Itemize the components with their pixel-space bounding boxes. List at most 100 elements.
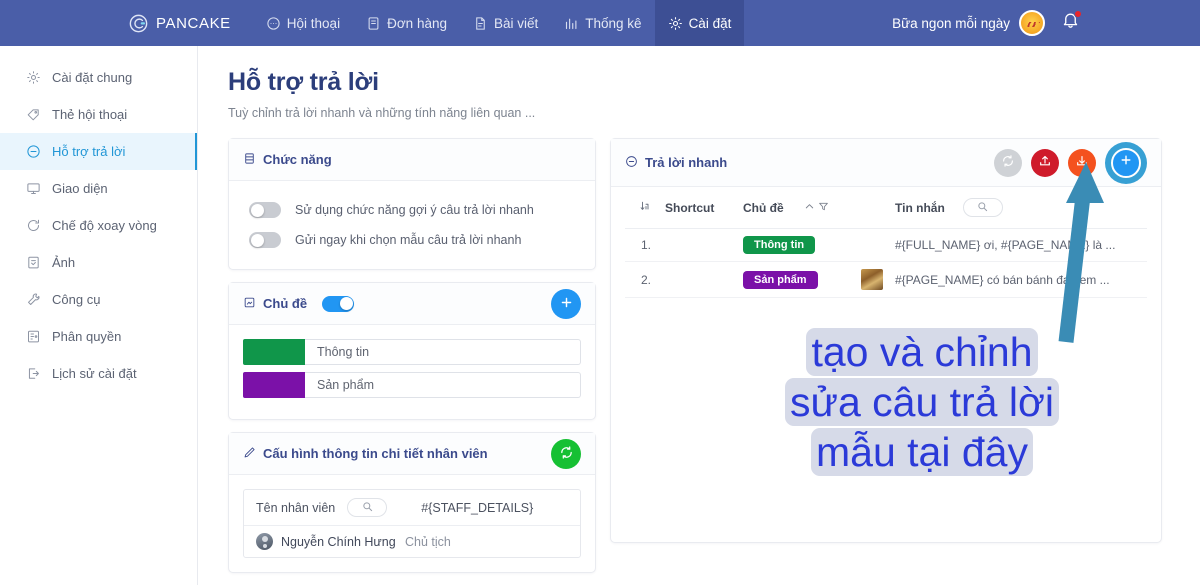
sidebar-item-tools[interactable]: Công cụ — [0, 281, 197, 318]
nav-label: Bài viết — [493, 15, 539, 31]
row-topic: Thông tin — [737, 228, 855, 262]
sidebar-item-interface[interactable]: Giao diện — [0, 170, 197, 207]
active-page-selector[interactable]: Bữa ngon mỗi ngày — [892, 10, 1045, 36]
row-index: 2. — [625, 261, 659, 298]
quick-reply-actions — [994, 141, 1147, 184]
wrench-icon — [26, 292, 41, 307]
tag-icon — [26, 107, 41, 122]
nav-label: Cài đặt — [688, 15, 732, 31]
brand-name: PANCAKE — [156, 14, 231, 32]
filter-icon[interactable] — [818, 201, 829, 215]
main-content: Hỗ trợ trả lời Tuỳ chỉnh trả lời nhanh v… — [198, 46, 1200, 585]
sidebar-item-settings-history[interactable]: Lịch sử cài đặt — [0, 355, 197, 392]
topic-name-input[interactable]: Sản phẩm — [305, 372, 581, 398]
row-thumbnail — [855, 261, 889, 298]
notification-badge-dot — [1074, 10, 1082, 18]
nav-item-conversations[interactable]: Hội thoại — [253, 0, 353, 46]
sidebar-item-label: Công cụ — [52, 292, 101, 307]
message-search-button[interactable] — [962, 198, 1003, 217]
image-icon — [26, 255, 41, 270]
table-row[interactable]: 2. Sản phẩm #{PAGE_NAME} có bán bánh đa … — [625, 261, 1147, 298]
refresh-staff-button[interactable] — [551, 438, 581, 469]
sidebar-item-label: Thẻ hội thoại — [52, 107, 128, 122]
sidebar-item-permissions[interactable]: Phân quyền — [0, 318, 197, 355]
search-icon — [977, 201, 988, 215]
export-button[interactable] — [1068, 148, 1096, 177]
topic-chip: Sản phẩm — [743, 270, 818, 289]
features-card: Chức năng Sử dụng chức năng gợi ý câu tr… — [228, 138, 596, 270]
quick-reply-card-title: Trả lời nhanh — [645, 155, 728, 170]
suggest-quick-reply-toggle[interactable] — [249, 202, 281, 218]
notifications-button[interactable] — [1061, 10, 1082, 35]
sidebar-item-rotation-mode[interactable]: Chế độ xoay vòng — [0, 207, 197, 244]
main-nav: Hội thoại Đơn hàng Bài viết Thống kê Cài… — [253, 0, 745, 46]
message-thumbnail-image — [861, 269, 883, 290]
top-navigation-bar: PANCAKE Hội thoại Đơn hàng Bài viết Thốn… — [0, 0, 1200, 46]
table-header-row: Shortcut Chủ đề Tin nhắn — [625, 187, 1147, 229]
refresh-icon — [1001, 154, 1015, 171]
message-column-header[interactable]: Tin nhắn — [889, 187, 1147, 229]
row-index: 1. — [625, 228, 659, 262]
nav-item-orders[interactable]: Đơn hàng — [353, 0, 460, 46]
download-icon — [1075, 154, 1089, 171]
staff-header-actions — [551, 438, 581, 469]
topic-row[interactable]: Sản phẩm — [243, 372, 581, 398]
sort-icon[interactable] — [639, 201, 651, 215]
send-immediately-toggle[interactable] — [249, 232, 281, 248]
staff-table-row[interactable]: Nguyễn Chính Hưng Chủ tịch — [244, 526, 580, 557]
sidebar-item-label: Hỗ trợ trả lời — [52, 144, 126, 159]
gear-icon — [668, 16, 683, 31]
content-columns: Chức năng Sử dụng chức năng gợi ý câu tr… — [228, 138, 1162, 585]
add-quick-reply-button[interactable] — [1111, 147, 1141, 178]
pancake-logo-icon — [128, 13, 149, 34]
quick-reply-card-header: Trả lời nhanh — [611, 139, 1161, 187]
import-button[interactable] — [1031, 148, 1059, 177]
settings-sidebar: Cài đặt chung Thẻ hội thoại Hỗ trợ trả l… — [0, 46, 198, 585]
brand-logo-group[interactable]: PANCAKE — [128, 13, 231, 34]
topics-header-actions — [551, 288, 581, 319]
toggle-label: Sử dụng chức năng gợi ý câu trả lời nhan… — [295, 203, 534, 217]
topic-row[interactable]: Thông tin — [243, 339, 581, 365]
gear-icon — [26, 70, 41, 85]
permissions-icon — [26, 329, 41, 344]
sidebar-item-label: Lịch sử cài đặt — [52, 366, 137, 381]
staff-config-card-title: Cấu hình thông tin chi tiết nhân viên — [263, 446, 488, 461]
nav-item-posts[interactable]: Bài viết — [460, 0, 551, 46]
sidebar-item-label: Cài đặt chung — [52, 70, 133, 85]
sidebar-item-images[interactable]: Ảnh — [0, 244, 197, 281]
sidebar-item-label: Chế độ xoay vòng — [52, 218, 157, 233]
add-topic-button[interactable] — [551, 288, 581, 319]
staff-table-header: Tên nhân viên #{STAFF_DETAILS} — [244, 490, 580, 526]
quick-reply-table-body: 1. Thông tin #{FULL_NAME} ơi, #{PAGE_NAM… — [625, 228, 1147, 298]
caret-up-icon[interactable] — [804, 201, 815, 215]
sidebar-item-conversation-tags[interactable]: Thẻ hội thoại — [0, 96, 197, 133]
sidebar-item-reply-support[interactable]: Hỗ trợ trả lời — [0, 133, 197, 170]
topic-column-header[interactable]: Chủ đề — [737, 187, 855, 229]
nav-label: Đơn hàng — [387, 15, 447, 31]
nav-item-settings[interactable]: Cài đặt — [654, 0, 745, 46]
shortcut-column-header[interactable]: Shortcut — [659, 187, 737, 229]
refresh-icon — [559, 445, 574, 463]
nav-item-statistics[interactable]: Thống kê — [551, 0, 654, 46]
sort-column-header[interactable] — [625, 187, 659, 229]
topic-color-swatch[interactable] — [243, 372, 305, 398]
quick-reply-card: Trả lời nhanh Shortcut Chủ đề Tin nhắn 1… — [610, 138, 1162, 543]
chart-bar-icon — [564, 16, 579, 31]
bell-icon — [1061, 13, 1080, 34]
topics-enabled-toggle[interactable] — [322, 295, 355, 312]
refresh-button[interactable] — [994, 148, 1022, 177]
feature-toggle-row: Sử dụng chức năng gợi ý câu trả lời nhan… — [243, 195, 581, 225]
staff-name-header: Tên nhân viên — [256, 500, 336, 515]
nav-label: Hội thoại — [286, 15, 341, 31]
thumbnail-column-header — [855, 187, 889, 229]
topics-card-title: Chủ đề — [263, 296, 308, 311]
plus-icon — [1119, 153, 1133, 172]
staff-avatar — [256, 533, 273, 550]
sidebar-item-general-settings[interactable]: Cài đặt chung — [0, 59, 197, 96]
topics-card: Chủ đề Thông tin Sản phẩm — [228, 282, 596, 420]
topic-color-swatch[interactable] — [243, 339, 305, 365]
row-topic: Sản phẩm — [737, 261, 855, 298]
staff-search-button[interactable] — [347, 498, 388, 517]
topic-name-input[interactable]: Thông tin — [305, 339, 581, 365]
table-row[interactable]: 1. Thông tin #{FULL_NAME} ơi, #{PAGE_NAM… — [625, 228, 1147, 262]
